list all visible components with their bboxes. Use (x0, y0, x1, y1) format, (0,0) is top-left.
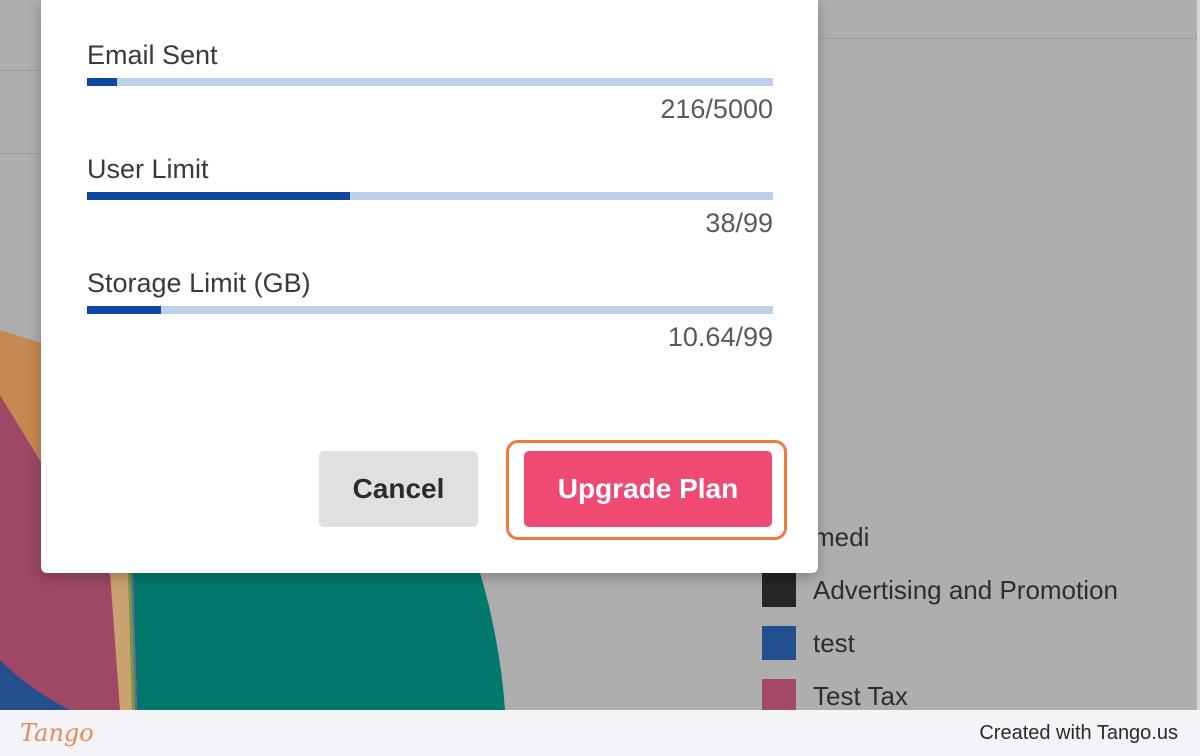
legend-label: medi (813, 521, 870, 552)
footer-credit: Created with Tango.us (979, 721, 1178, 744)
legend-swatch (762, 573, 796, 607)
usage-email-sent: Email Sent 216/5000 (87, 38, 773, 126)
legend-label: Advertising and Promotion (813, 574, 1118, 605)
legend-item: test (762, 626, 855, 660)
legend-item: Test Tax (762, 679, 908, 710)
usage-storage-limit: Storage Limit (GB) 10.64/99 (87, 266, 773, 354)
tango-logo: Tango (20, 719, 94, 747)
legend-label: test (813, 627, 855, 658)
progress-fill (87, 78, 117, 86)
pie-slice-teal (133, 573, 505, 710)
usage-user-limit: User Limit 38/99 (87, 152, 773, 240)
progress-track (87, 78, 773, 86)
plan-usage-dialog: Email Sent 216/5000 User Limit 38/99 Sto… (41, 0, 818, 573)
divider (818, 38, 1198, 39)
usage-value: 216/5000 (660, 94, 773, 124)
progress-fill (87, 192, 351, 200)
legend-swatch (762, 626, 796, 660)
tango-footer: Tango Created with Tango.us (0, 710, 1200, 756)
upgrade-plan-button[interactable]: Upgrade Plan (524, 451, 772, 527)
usage-label: User Limit (87, 154, 209, 184)
progress-track (87, 306, 773, 314)
usage-value: 10.64/99 (667, 322, 773, 352)
progress-track (87, 192, 773, 200)
progress-fill (87, 306, 161, 314)
usage-label: Email Sent (87, 40, 218, 70)
usage-label: Storage Limit (GB) (87, 268, 311, 298)
legend-item: Advertising and Promotion (762, 573, 1118, 607)
legend-label: Test Tax (813, 680, 908, 711)
usage-value: 38/99 (705, 208, 773, 238)
cancel-button[interactable]: Cancel (319, 451, 478, 527)
legend-swatch (762, 679, 796, 710)
